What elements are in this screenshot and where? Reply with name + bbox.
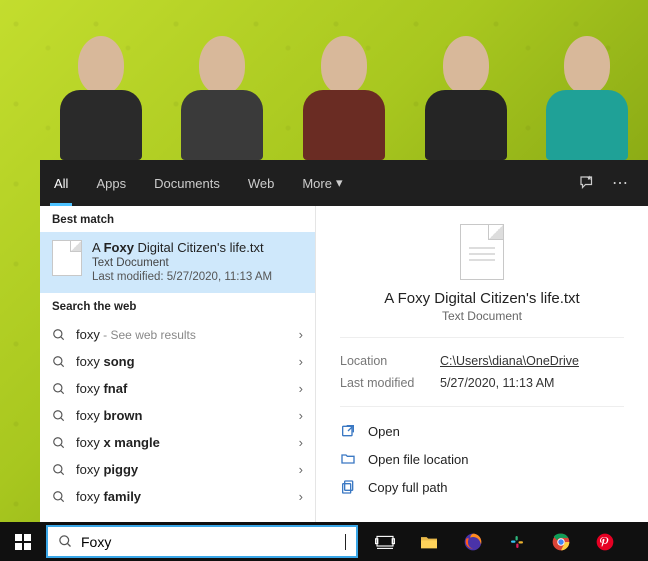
search-web-header: Search the web <box>40 293 315 319</box>
open-action[interactable]: Open <box>340 417 624 445</box>
location-label: Location <box>340 354 440 368</box>
chevron-right-icon: › <box>299 408 303 423</box>
tab-documents[interactable]: Documents <box>140 160 234 206</box>
taskbar-search-box[interactable] <box>46 525 358 558</box>
file-explorer-button[interactable] <box>408 522 450 561</box>
best-match-result[interactable]: A Foxy Digital Citizen's life.txt Text D… <box>40 232 315 293</box>
start-button[interactable] <box>0 522 46 561</box>
search-results-panel: Best match A Foxy Digital Citizen's life… <box>40 206 648 522</box>
chevron-right-icon: › <box>299 327 303 342</box>
text-caret <box>345 534 346 550</box>
web-result-5[interactable]: foxy piggy› <box>40 456 315 483</box>
chevron-right-icon: › <box>299 354 303 369</box>
tab-more[interactable]: More▾ <box>288 160 356 206</box>
more-options-icon[interactable]: ⋯ <box>604 173 636 193</box>
slack-button[interactable] <box>496 522 538 561</box>
best-match-title: A Foxy Digital Citizen's life.txt <box>92 240 272 255</box>
modified-label: Last modified <box>340 376 440 390</box>
web-result-2[interactable]: foxy fnaf› <box>40 375 315 402</box>
open-icon <box>340 423 356 439</box>
document-icon <box>52 240 82 276</box>
web-result-6[interactable]: foxy family› <box>40 483 315 510</box>
taskbar <box>0 522 648 561</box>
chevron-right-icon: › <box>299 435 303 450</box>
search-icon <box>58 534 73 549</box>
tab-web[interactable]: Web <box>234 160 289 206</box>
web-result-4[interactable]: foxy x mangle› <box>40 429 315 456</box>
web-result-1[interactable]: foxy song› <box>40 348 315 375</box>
task-view-button[interactable] <box>364 522 406 561</box>
search-icon <box>52 463 66 477</box>
search-icon <box>52 490 66 504</box>
location-value[interactable]: C:\Users\diana\OneDrive <box>440 354 579 368</box>
web-result-text: foxy piggy <box>76 462 299 477</box>
copy-icon <box>340 479 356 495</box>
web-result-text: foxy - See web results <box>76 327 299 342</box>
search-icon <box>52 382 66 396</box>
best-match-modified: Last modified: 5/27/2020, 11:13 AM <box>92 271 272 283</box>
preview-pane: A Foxy Digital Citizen's life.txt Text D… <box>316 206 648 522</box>
firefox-button[interactable] <box>452 522 494 561</box>
search-icon <box>52 409 66 423</box>
open-label: Open <box>368 424 400 439</box>
search-input[interactable] <box>81 534 345 550</box>
open-file-location-action[interactable]: Open file location <box>340 445 624 473</box>
open-location-label: Open file location <box>368 452 468 467</box>
folder-icon <box>340 451 356 467</box>
web-result-text: foxy brown <box>76 408 299 423</box>
web-result-text: foxy family <box>76 489 299 504</box>
chrome-button[interactable] <box>540 522 582 561</box>
search-icon <box>52 436 66 450</box>
search-icon <box>52 328 66 342</box>
search-scope-bar: All Apps Documents Web More▾ ⋯ <box>40 160 648 206</box>
search-icon <box>52 355 66 369</box>
best-match-subtitle: Text Document <box>92 257 272 269</box>
pinterest-button[interactable] <box>584 522 626 561</box>
chevron-right-icon: › <box>299 489 303 504</box>
web-result-text: foxy x mangle <box>76 435 299 450</box>
web-result-3[interactable]: foxy brown› <box>40 402 315 429</box>
tab-all[interactable]: All <box>40 160 82 206</box>
wallpaper-people <box>40 0 648 160</box>
chevron-right-icon: › <box>299 381 303 396</box>
document-icon <box>460 224 504 280</box>
web-result-0[interactable]: foxy - See web results› <box>40 321 315 348</box>
web-result-text: foxy fnaf <box>76 381 299 396</box>
modified-value: 5/27/2020, 11:13 AM <box>440 376 554 390</box>
feedback-icon[interactable] <box>570 174 604 192</box>
results-list: Best match A Foxy Digital Citizen's life… <box>40 206 316 522</box>
web-result-text: foxy song <box>76 354 299 369</box>
tab-apps[interactable]: Apps <box>82 160 140 206</box>
preview-subtitle: Text Document <box>340 309 624 323</box>
copy-path-label: Copy full path <box>368 480 448 495</box>
best-match-header: Best match <box>40 206 315 232</box>
chevron-right-icon: › <box>299 462 303 477</box>
preview-title: A Foxy Digital Citizen's life.txt <box>340 290 624 307</box>
copy-full-path-action[interactable]: Copy full path <box>340 473 624 501</box>
